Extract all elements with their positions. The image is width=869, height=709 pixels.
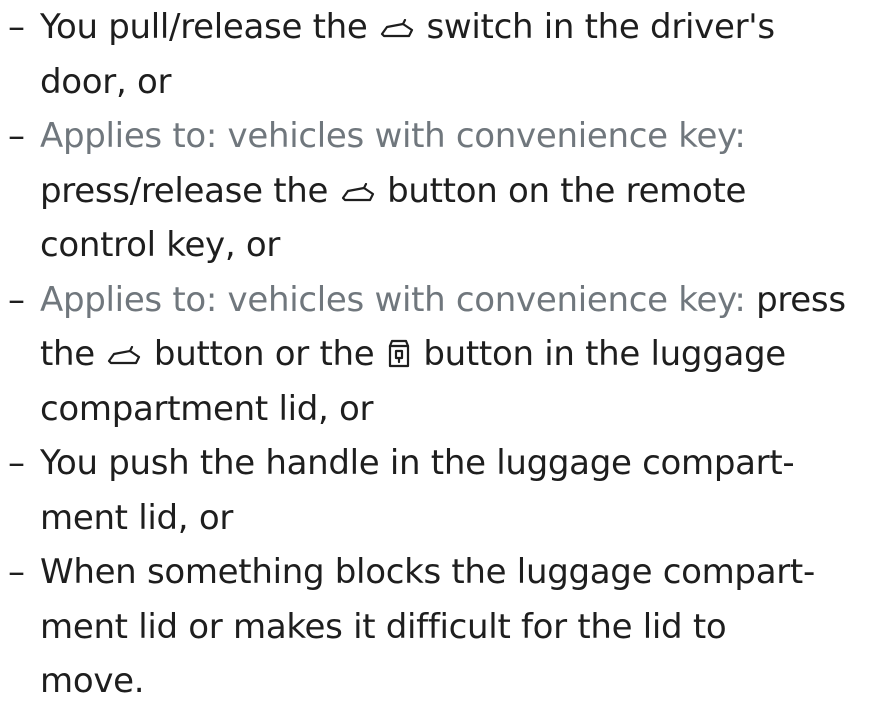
text-segment: move. [40,661,145,701]
list-bullet-dash: – [8,7,25,47]
text-line: When something blocks the luggage compar… [40,545,869,600]
text-segment: You pull/release the [40,7,378,47]
text-line: door, or [40,55,869,110]
text-segment: switch in the driver's [415,7,775,47]
car-icon [106,346,142,368]
text-segment: the [40,334,106,374]
text-segment: button in the luggage [412,334,786,374]
applicability-note: Applies to: vehicles with convenience ke… [40,116,746,156]
text-line: ment lid or makes it difficult for the l… [40,600,869,655]
text-segment: ment lid or makes it difficult for the l… [40,606,727,647]
text-segment: door, or [40,61,172,102]
text-line: press/release the button on the remote [40,164,869,219]
list-bullet-dash: – [8,279,25,320]
list-bullet-dash: – [8,116,25,156]
car-icon [340,182,376,205]
text-segment: press/release the [40,170,339,211]
text-line: compartment lid, or [40,382,869,437]
car-icon [379,19,415,41]
text-segment: button or the [143,334,385,374]
text-segment: press [745,279,846,320]
applicability-note: Applies to: vehicles with convenience ke… [40,279,746,320]
text-line: ment lid, or [40,491,869,546]
list-item: – You pull/release the switch in the driv… [0,0,869,109]
text-line: control key, or [40,218,869,273]
list-bullet-dash: – [8,443,25,483]
text-segment: compartment lid, or [40,388,374,429]
list-item: – When something blocks the luggage compa… [0,545,869,709]
text-segment: When something blocks the luggage compar… [40,552,815,592]
text-segment: button on the remote [376,170,747,211]
text-line: Applies to: vehicles with convenience ke… [40,109,869,164]
text-line: Applies to: vehicles with convenience ke… [40,273,869,328]
text-segment: You push the handle in the luggage compa… [40,443,795,483]
list-item: – Applies to: vehicles with convenience k… [0,273,869,437]
text-line: You push the handle in the luggage compa… [40,436,869,491]
list-item: – You push the handle in the luggage comp… [0,436,869,545]
trunk-lock-icon [386,338,412,368]
text-segment: control key, or [40,225,281,265]
list-item: – Applies to: vehicles with convenience k… [0,109,869,273]
text-segment: ment lid, or [40,497,233,538]
text-line: move. [40,654,869,709]
text-line: the button or the button in the luggage [40,327,869,382]
instruction-list: – You pull/release the switch in the driv… [0,0,869,709]
list-bullet-dash: – [8,552,25,592]
text-line: You pull/release the switch in the drive… [40,0,869,55]
